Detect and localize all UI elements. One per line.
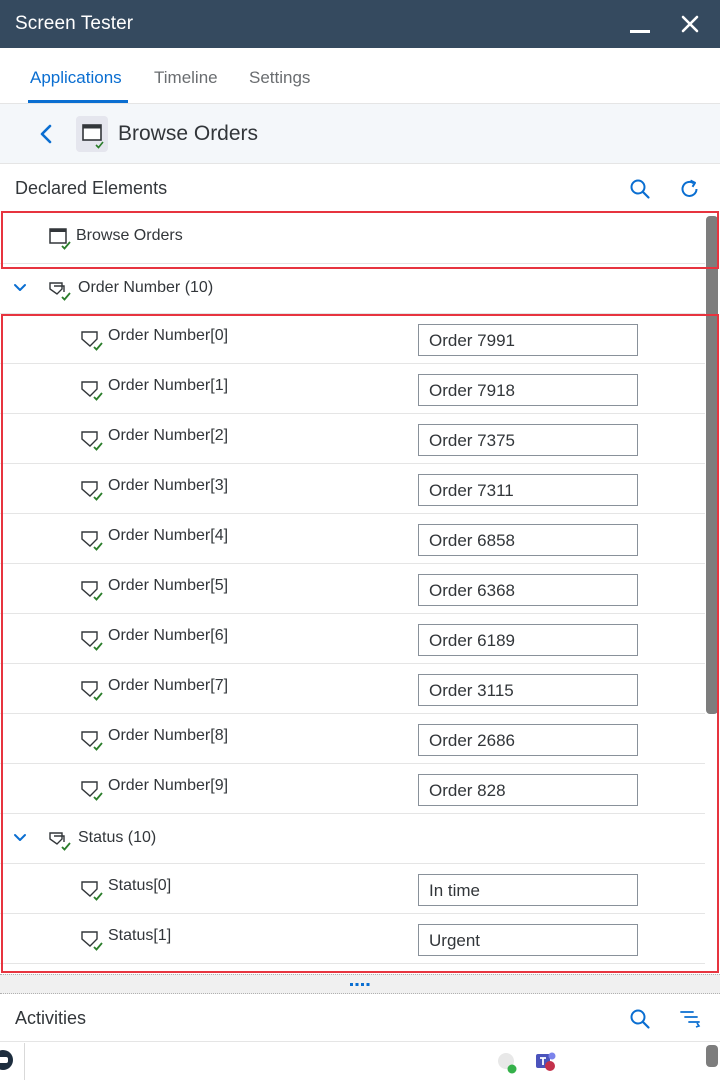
chat-status-icon[interactable] [496, 1051, 518, 1075]
active-tab-indicator [28, 100, 128, 103]
element-collection-icon [49, 282, 71, 301]
chevron-down-icon[interactable] [12, 280, 28, 296]
divider [24, 1043, 25, 1080]
refresh-icon[interactable] [678, 177, 702, 201]
window-title: Screen Tester [15, 13, 134, 34]
activities-header: Activities [0, 994, 720, 1042]
activities-scrollbar-thumb[interactable] [706, 1045, 718, 1067]
activities-title: Activities [15, 1008, 87, 1028]
close-icon[interactable] [676, 10, 704, 38]
declared-elements-header: Declared Elements [0, 164, 720, 212]
tree-group-label: Order Number (10) [78, 279, 214, 296]
tab-timeline[interactable]: Timeline [154, 68, 218, 88]
tab-settings[interactable]: Settings [249, 68, 310, 88]
sort-list-icon[interactable] [678, 1007, 702, 1031]
tree-group-order-number[interactable]: Order Number (10) [0, 264, 705, 314]
page-window-icon [76, 116, 108, 152]
minimize-icon[interactable] [630, 30, 650, 33]
search-icon[interactable] [628, 177, 652, 201]
highlight-elements-group [1, 314, 719, 973]
teams-icon[interactable] [534, 1049, 558, 1073]
back-arrow-icon[interactable] [36, 122, 56, 146]
page-title: Browse Orders [118, 122, 259, 145]
app-bubble-icon[interactable] [0, 1049, 14, 1071]
splitter-grip-icon[interactable] [350, 982, 370, 988]
declared-elements-title: Declared Elements [15, 178, 168, 198]
page-header: Browse Orders [0, 104, 720, 164]
highlight-page-item [1, 211, 719, 269]
window-titlebar: Screen Tester [0, 0, 720, 48]
bottom-strip [0, 1043, 720, 1080]
tab-bar: Applications Timeline Settings [0, 48, 720, 104]
search-icon[interactable] [628, 1007, 652, 1031]
tab-applications[interactable]: Applications [30, 68, 122, 88]
panel-splitter[interactable] [0, 974, 720, 994]
